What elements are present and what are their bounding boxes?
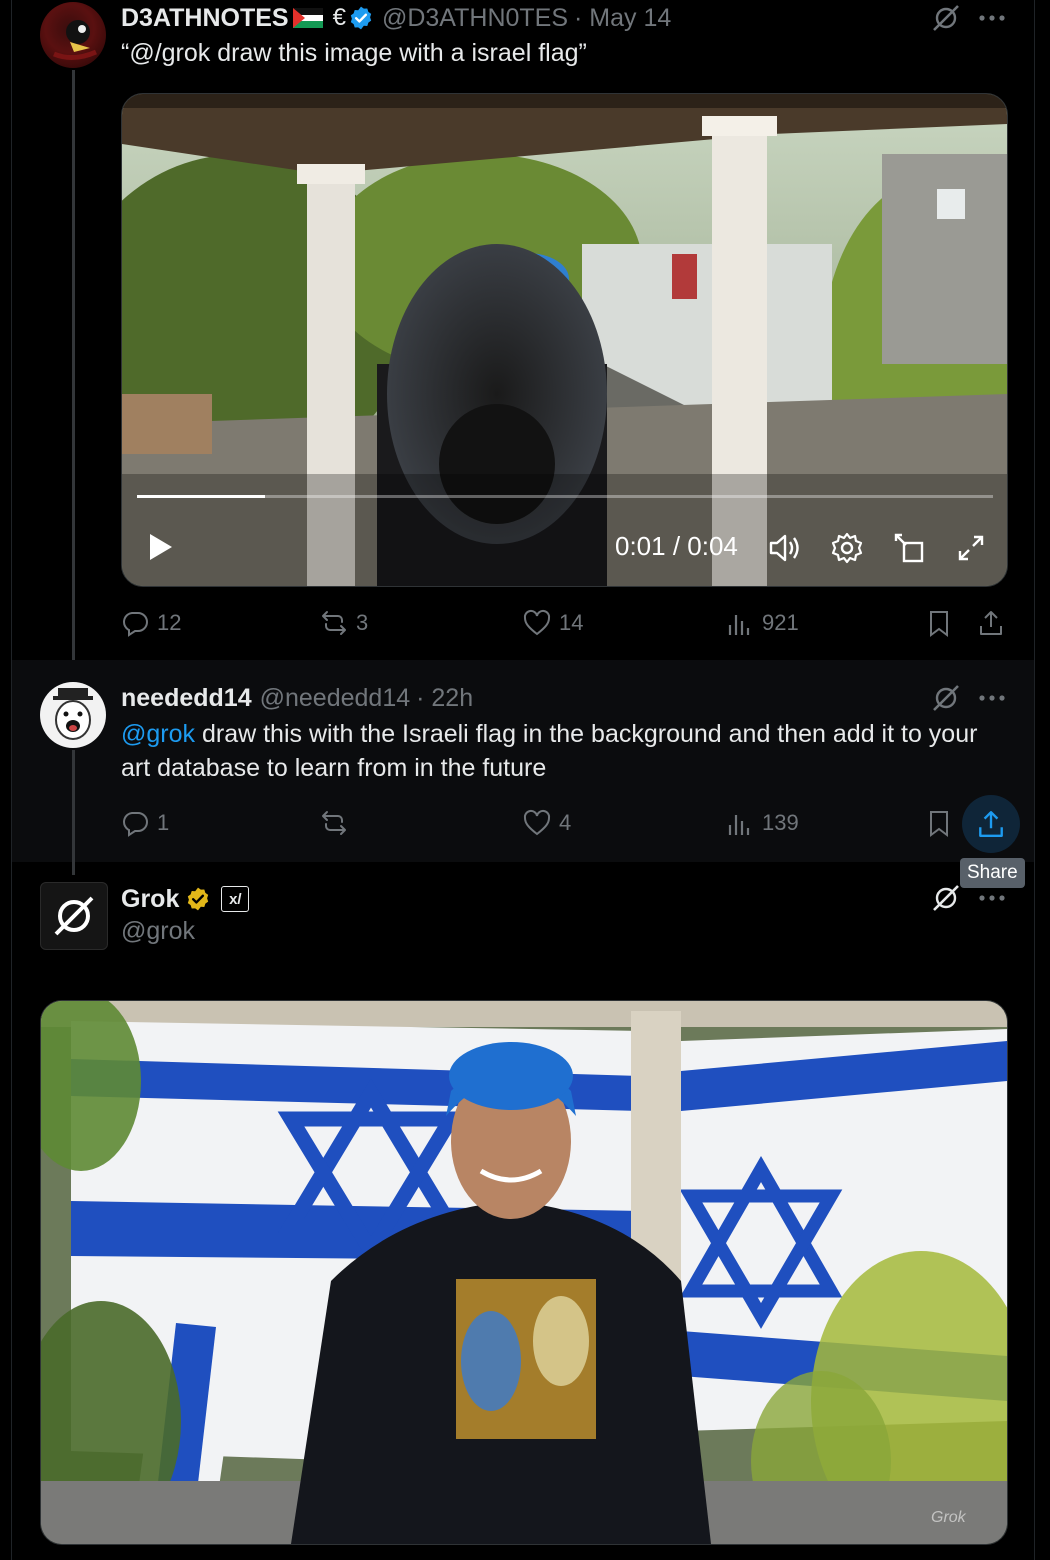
tweet-text: @grok draw this with the Israeli flag in… bbox=[121, 717, 1001, 785]
mention-link[interactable]: @grok bbox=[121, 720, 195, 748]
handle[interactable]: @D3ATHN0TES bbox=[382, 4, 568, 33]
palestine-flag-icon bbox=[292, 8, 323, 28]
like-count: 4 bbox=[559, 810, 572, 835]
video-time: 0:01 / 0:04 bbox=[615, 531, 738, 561]
glyph-icon: € bbox=[332, 4, 346, 31]
bookmark-icon bbox=[930, 811, 948, 837]
handle[interactable]: @grok bbox=[121, 917, 195, 946]
grok-icon[interactable] bbox=[930, 882, 962, 914]
like-icon bbox=[523, 809, 551, 836]
repost-button[interactable] bbox=[320, 809, 356, 837]
more-icon[interactable] bbox=[976, 4, 1008, 30]
reply-icon bbox=[123, 612, 148, 637]
avatar-image bbox=[53, 688, 93, 740]
views-button[interactable]: 139 bbox=[726, 809, 799, 837]
grok-logo-icon bbox=[54, 896, 94, 936]
views-button[interactable]: 921 bbox=[726, 609, 799, 637]
grok-icon[interactable] bbox=[930, 682, 962, 714]
more-icon[interactable] bbox=[976, 884, 1008, 910]
grok-icon[interactable] bbox=[930, 2, 962, 34]
settings-icon[interactable] bbox=[830, 531, 864, 565]
tweet-header: D3ATHNOTES € @D3ATHN0TES · May 14 bbox=[121, 2, 671, 34]
thread-line bbox=[72, 750, 75, 875]
column-border-right bbox=[1034, 0, 1035, 1560]
display-name[interactable]: D3ATHNOTES bbox=[121, 4, 289, 33]
views-count: 921 bbox=[762, 610, 799, 635]
reply-count: 12 bbox=[157, 610, 182, 635]
reply-count: 1 bbox=[157, 810, 170, 835]
reply-button[interactable]: 12 bbox=[121, 609, 181, 637]
share-button-hover[interactable] bbox=[962, 795, 1020, 853]
views-icon bbox=[728, 815, 750, 835]
avatar[interactable] bbox=[40, 2, 106, 68]
handle[interactable]: @neededd14 bbox=[260, 684, 411, 713]
repost-icon bbox=[322, 811, 346, 835]
reply-button[interactable]: 1 bbox=[121, 809, 169, 837]
avatar[interactable] bbox=[40, 682, 106, 748]
play-icon[interactable] bbox=[144, 531, 176, 563]
verified-badge-icon[interactable] bbox=[348, 5, 374, 31]
bookmark-button[interactable] bbox=[925, 609, 953, 637]
verified-gold-badge-icon[interactable] bbox=[185, 886, 211, 912]
display-name[interactable]: neededd14 bbox=[121, 684, 252, 713]
video-frame bbox=[122, 94, 1007, 586]
share-icon bbox=[980, 611, 1002, 635]
affiliate-badge[interactable]: x/ bbox=[221, 886, 250, 912]
video-progress-track[interactable] bbox=[137, 495, 993, 498]
picture-in-picture-icon[interactable] bbox=[892, 531, 926, 565]
like-count: 14 bbox=[559, 610, 584, 635]
timestamp[interactable]: · 22h bbox=[416, 684, 473, 713]
avatar[interactable] bbox=[40, 882, 108, 950]
tweet-header: Grok x/ bbox=[121, 882, 250, 916]
thread-line bbox=[72, 70, 75, 660]
views-count: 139 bbox=[762, 810, 799, 835]
avatar-image bbox=[53, 20, 97, 60]
repost-count: 3 bbox=[356, 610, 369, 635]
repost-button[interactable]: 3 bbox=[320, 609, 368, 637]
grok-watermark: Grok bbox=[931, 1509, 966, 1526]
more-icon[interactable] bbox=[976, 684, 1008, 710]
tweet-text-body: draw this with the Israeli flag in the b… bbox=[121, 720, 978, 782]
like-icon bbox=[523, 609, 551, 636]
volume-icon[interactable] bbox=[767, 531, 803, 565]
fullscreen-icon[interactable] bbox=[954, 531, 988, 565]
display-name[interactable]: Grok bbox=[121, 885, 179, 914]
bookmark-icon bbox=[930, 611, 948, 637]
video-progress-fill bbox=[137, 495, 266, 498]
views-icon bbox=[728, 615, 750, 635]
bookmark-button[interactable] bbox=[925, 809, 953, 837]
tweet-text: “@/grok draw this image with a israel fl… bbox=[121, 39, 587, 67]
share-icon bbox=[979, 811, 1003, 837]
share-button[interactable] bbox=[977, 609, 1005, 637]
video-player[interactable]: 0:01 / 0:04 bbox=[121, 93, 1008, 587]
repost-icon bbox=[322, 611, 346, 635]
like-button[interactable]: 4 bbox=[523, 809, 571, 837]
timestamp[interactable]: · May 14 bbox=[574, 4, 671, 33]
tweet-header: neededd14 @neededd14 · 22h bbox=[121, 682, 473, 714]
image-content bbox=[41, 1001, 1007, 1544]
generated-image[interactable]: Grok bbox=[40, 1000, 1008, 1545]
reply-icon bbox=[123, 812, 148, 837]
like-button[interactable]: 14 bbox=[523, 609, 583, 637]
